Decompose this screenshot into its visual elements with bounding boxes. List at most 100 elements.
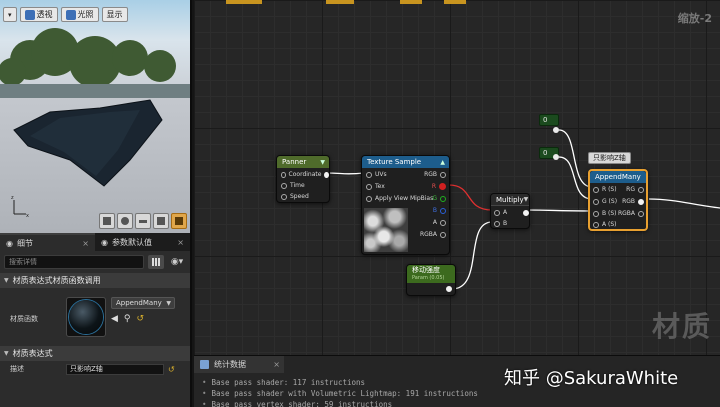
property-matrix-button[interactable] bbox=[148, 255, 164, 269]
multiply-pin-b-label: B bbox=[503, 220, 508, 227]
panner-pin-coordinate-label: Coordinate bbox=[288, 171, 322, 178]
panner-header: Panner ▼ bbox=[277, 156, 329, 168]
details-search-input[interactable]: 搜索详情 bbox=[4, 255, 144, 269]
collapse-arrow-icon: ▼ bbox=[523, 196, 529, 203]
input-pin-icon bbox=[366, 183, 372, 190]
texture-out-g[interactable]: G bbox=[432, 195, 446, 202]
append-pin-r[interactable]: R (S) bbox=[593, 186, 617, 193]
constant-node-top[interactable]: 0 bbox=[539, 114, 559, 126]
lit-button[interactable]: 光照 bbox=[60, 7, 99, 22]
append-out-rg-label: RG bbox=[626, 186, 635, 193]
material-preview-viewport[interactable]: x z ▾ 透视 光照 显示 bbox=[0, 0, 192, 233]
output-pin-icon[interactable] bbox=[446, 286, 452, 292]
cube-icon bbox=[157, 217, 165, 225]
tab-details[interactable]: ◉ 细节 × bbox=[0, 233, 95, 251]
details-tabs: ◉ 细节 × ◉ 参数默认值 × bbox=[0, 233, 190, 251]
category-function-call[interactable]: ▼ 材质表达式材质函数调用 bbox=[0, 273, 190, 288]
stats-line: Base pass vertex shader: 59 instructions bbox=[202, 399, 712, 407]
cube-mesh-button[interactable] bbox=[153, 213, 169, 229]
texture-out-a[interactable]: A bbox=[433, 219, 446, 226]
sphere-mesh-button[interactable] bbox=[117, 213, 133, 229]
input-pin-icon bbox=[281, 171, 286, 178]
texture-sample-node[interactable]: Texture Sample ▲ UVs Tex Apply View MipB… bbox=[361, 155, 450, 255]
texture-pin-uvs[interactable]: UVs bbox=[366, 171, 387, 178]
material-function-thumbnail[interactable] bbox=[66, 297, 106, 337]
red-pin-icon bbox=[439, 183, 446, 190]
output-pin-icon bbox=[523, 209, 529, 216]
append-many-node[interactable]: AppendMany R (S) G (S) B (S) A (S) RG RG… bbox=[588, 169, 648, 231]
multiply-pin-a[interactable]: A bbox=[494, 209, 529, 216]
multiply-pin-b[interactable]: B bbox=[494, 220, 507, 227]
texture-out-a-label: A bbox=[432, 219, 437, 226]
multiply-node[interactable]: Multiply ▼ A B bbox=[490, 193, 530, 229]
panner-pin-time[interactable]: Time bbox=[281, 182, 305, 189]
input-pin-icon bbox=[494, 220, 500, 227]
append-out-rg[interactable]: RG bbox=[626, 186, 644, 193]
input-pin-icon bbox=[494, 209, 500, 216]
panner-pin-speed[interactable]: Speed bbox=[281, 193, 309, 200]
multiply-title: Multiply bbox=[496, 195, 524, 204]
tab-parameter-defaults[interactable]: ◉ 参数默认值 × bbox=[95, 233, 190, 251]
sphere-icon bbox=[121, 217, 129, 225]
material-function-controls: AppendMany ▼ ◀ ⚲ ↺ bbox=[106, 288, 175, 346]
append-out-rgba[interactable]: RGBA bbox=[618, 210, 644, 217]
blue-pin-icon bbox=[440, 207, 446, 214]
append-pin-a[interactable]: A (S) bbox=[593, 221, 617, 228]
texture-out-b[interactable]: B bbox=[433, 207, 446, 214]
svg-text:x: x bbox=[26, 213, 29, 219]
panner-pin-coordinate[interactable]: Coordinate bbox=[281, 171, 329, 178]
description-input[interactable]: 只影响Z轴 bbox=[66, 363, 164, 375]
perspective-button[interactable]: 透视 bbox=[19, 7, 58, 22]
material-function-row: 材质函数 AppendMany ▼ ◀ ⚲ ↺ bbox=[0, 288, 190, 346]
append-pin-g[interactable]: G (S) bbox=[593, 198, 617, 205]
plane-mesh-button[interactable] bbox=[135, 213, 151, 229]
append-pin-b[interactable]: B (S) bbox=[593, 210, 617, 217]
texture-out-b-label: B bbox=[432, 207, 437, 214]
tab-stats[interactable]: 统计数据 × bbox=[194, 356, 284, 373]
input-pin-icon bbox=[281, 182, 287, 189]
cylinder-mesh-button[interactable] bbox=[99, 213, 115, 229]
append-many-header: AppendMany bbox=[590, 171, 646, 183]
use-selected-arrow-icon[interactable]: ◀ bbox=[111, 314, 118, 324]
browse-magnifier-icon[interactable]: ⚲ bbox=[124, 314, 131, 324]
output-pin-icon[interactable] bbox=[553, 127, 559, 133]
eye-icon[interactable]: ◉▾ bbox=[168, 255, 186, 269]
description-row: 描述 只影响Z轴 ↺ bbox=[0, 361, 190, 377]
cylinder-icon bbox=[103, 217, 111, 225]
append-out-rgb[interactable]: RGB bbox=[622, 198, 644, 205]
constant-top-value: 0 bbox=[543, 116, 548, 124]
close-icon[interactable]: × bbox=[273, 360, 280, 369]
texture-out-rgba[interactable]: RGBA bbox=[420, 231, 446, 238]
category-expression[interactable]: ▼ 材质表达式 bbox=[0, 346, 190, 361]
collapse-arrow-icon: ▼ bbox=[4, 277, 9, 284]
close-icon[interactable]: × bbox=[177, 238, 184, 247]
magnifier-icon: ◉ bbox=[101, 237, 108, 247]
input-pin-icon bbox=[281, 193, 287, 200]
append-out-rgb-label: RGB bbox=[622, 198, 635, 205]
viewport-toolbar: ▾ 透视 光照 显示 bbox=[3, 7, 128, 22]
texture-out-r[interactable]: R bbox=[432, 183, 446, 190]
material-function-combo[interactable]: AppendMany ▼ bbox=[111, 297, 175, 309]
reset-arrow-icon[interactable]: ↺ bbox=[168, 365, 175, 374]
material-function-label: 材质函数 bbox=[10, 315, 38, 323]
output-pin-icon[interactable] bbox=[553, 154, 559, 160]
texture-pin-tex[interactable]: Tex bbox=[366, 183, 385, 190]
custom-mesh-button[interactable] bbox=[171, 213, 187, 229]
wire-multiply-to-b bbox=[525, 209, 593, 212]
texture-pin-mipbias[interactable]: Apply View MipBias bbox=[366, 195, 433, 202]
material-graph[interactable]: 缩放-2 材质 Panner ▼ Coordinate Time Speed T… bbox=[194, 0, 720, 355]
search-placeholder: 搜索详情 bbox=[9, 258, 37, 266]
append-pin-b-label: B (S) bbox=[602, 210, 617, 217]
texture-out-rgb[interactable]: RGB bbox=[424, 171, 446, 178]
author-watermark: 知乎 @SakuraWhite bbox=[504, 368, 679, 389]
show-button[interactable]: 显示 bbox=[101, 7, 128, 22]
panner-node[interactable]: Panner ▼ Coordinate Time Speed bbox=[276, 155, 330, 203]
append-out-rgba-label: RGBA bbox=[617, 210, 635, 217]
scalar-parameter-node[interactable]: 移动强度 Param (0.05) bbox=[406, 264, 456, 296]
viewport-options-button[interactable]: ▾ bbox=[3, 7, 17, 22]
close-icon[interactable]: × bbox=[82, 239, 89, 248]
collapse-arrow-icon: ▼ bbox=[320, 158, 325, 166]
constant-mid-value: 0 bbox=[543, 149, 548, 157]
wire-panner-to-uvs bbox=[324, 172, 365, 175]
reset-arrow-icon[interactable]: ↺ bbox=[137, 314, 145, 324]
